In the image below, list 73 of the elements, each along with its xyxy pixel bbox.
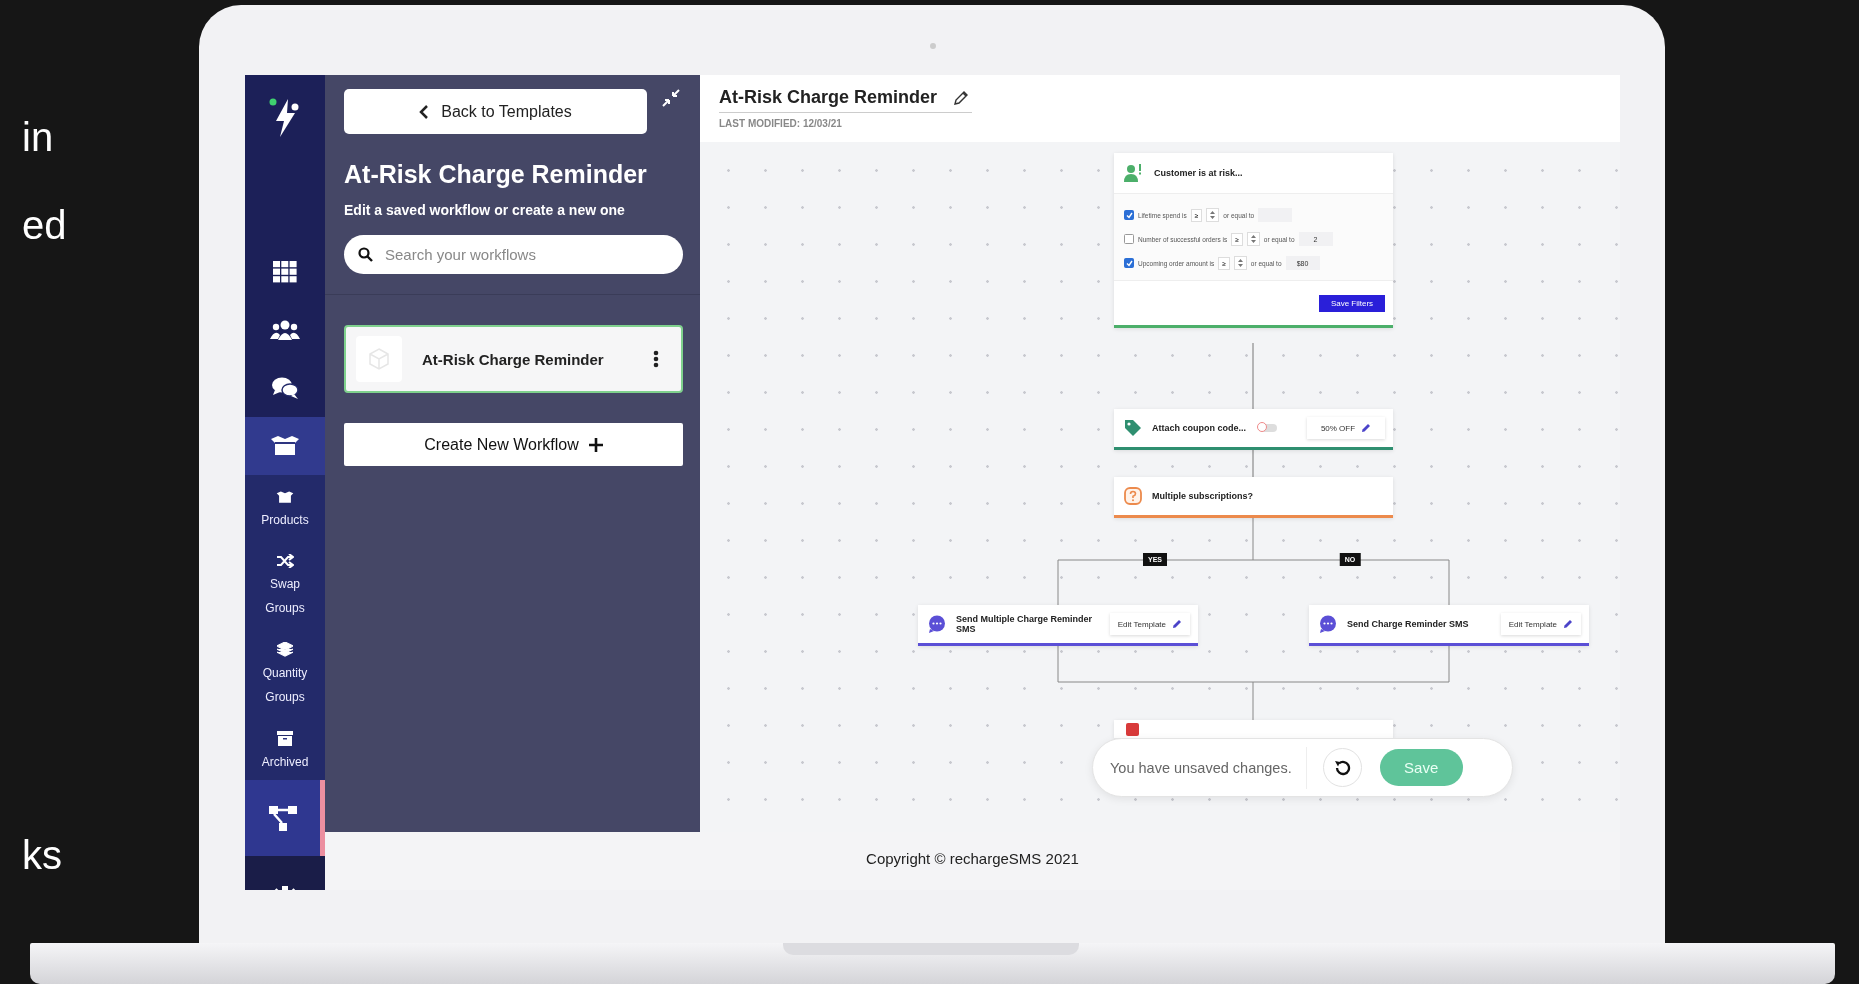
- pencil-icon: [1361, 423, 1372, 433]
- message-bubble-icon: [1319, 615, 1337, 633]
- message-bubble-icon: [928, 615, 946, 633]
- nav-item[interactable]: [245, 359, 325, 417]
- stepper-icon[interactable]: [1233, 256, 1247, 270]
- search-field[interactable]: Search your workflows: [344, 235, 683, 274]
- slide-text: ed: [22, 203, 67, 248]
- box-icon: [276, 491, 294, 504]
- node-title: Send Charge Reminder SMS: [1347, 619, 1470, 629]
- create-workflow-button[interactable]: Create New Workflow: [344, 423, 683, 466]
- camera-dot: [930, 43, 936, 49]
- plus-icon: [588, 437, 603, 452]
- logo[interactable]: [245, 75, 325, 243]
- tag-icon: [1124, 419, 1142, 437]
- grid-icon: [273, 261, 297, 283]
- undo-button[interactable]: [1322, 748, 1362, 787]
- coupon-button[interactable]: 50% OFF: [1307, 417, 1385, 439]
- nav-subitem[interactable]: Swap Groups: [245, 538, 325, 626]
- node-title: Customer is at risk...: [1154, 168, 1244, 178]
- slide-text: ks: [22, 833, 62, 878]
- nav-subitem[interactable]: Archived: [245, 715, 325, 780]
- slide-text: in: [22, 115, 54, 160]
- node-title: Multiple subscriptions?: [1152, 491, 1254, 501]
- back-button[interactable]: Back to Templates: [344, 89, 647, 134]
- search-icon: [358, 247, 373, 262]
- question-node[interactable]: Multiple subscriptions?: [1114, 477, 1393, 518]
- people-icon: [270, 319, 300, 341]
- stepper-icon[interactable]: [1246, 232, 1260, 246]
- last-modified-text: LAST MODIFIED: 12/03/21: [719, 118, 843, 129]
- stepper-icon[interactable]: [1206, 208, 1220, 222]
- sms-node[interactable]: Send Charge Reminder SMS Edit Template: [1309, 605, 1589, 646]
- unsaved-message: You have unsaved changes.: [1110, 759, 1292, 776]
- sms-node[interactable]: Send Multiple Charge Reminder SMS Edit Template: [918, 605, 1198, 646]
- checkbox[interactable]: [1124, 234, 1134, 244]
- chevron-left-icon: [419, 104, 430, 119]
- panel-subtitle: Edit a saved workflow or create a new one: [344, 202, 626, 218]
- nav-subitem[interactable]: Products: [245, 475, 325, 538]
- node-title: Send Multiple Charge Reminder SMS: [956, 614, 1094, 634]
- nav-item[interactable]: [245, 780, 325, 856]
- question-icon: [1124, 487, 1142, 505]
- end-node[interactable]: [1114, 720, 1393, 738]
- nav-item[interactable]: [245, 417, 325, 475]
- checkbox[interactable]: [1124, 210, 1134, 220]
- collapse-icon[interactable]: [662, 89, 680, 107]
- pencil-icon[interactable]: [953, 89, 970, 106]
- box-icon: [270, 435, 300, 457]
- archive-box-icon: [277, 731, 293, 746]
- edit-template-button[interactable]: Edit Template: [1109, 613, 1190, 635]
- coupon-node[interactable]: Attach coupon code... 50% OFF: [1114, 409, 1393, 450]
- connector-line: [1252, 448, 1254, 478]
- flowchart-icon: [267, 804, 298, 832]
- save-filters-button[interactable]: Save Filters: [1319, 294, 1385, 312]
- edit-template-button[interactable]: Edit Template: [1500, 613, 1581, 635]
- node-title: Attach coupon code...: [1152, 423, 1247, 433]
- checkbox[interactable]: [1124, 258, 1134, 268]
- connector-line: [1252, 342, 1254, 410]
- cube-icon: [356, 336, 402, 382]
- copyright-text: Copyright © rechargeSMS 2021: [325, 832, 1620, 890]
- nav-subitem[interactable]: Quantity Groups: [245, 626, 325, 715]
- toggle-switch[interactable]: [1259, 424, 1277, 432]
- shuffle-icon: [276, 554, 294, 568]
- layers-icon: [277, 642, 293, 657]
- panel-title: At-Risk Charge Reminder: [344, 160, 648, 189]
- workflow-card[interactable]: At-Risk Charge Reminder: [344, 325, 683, 393]
- undo-icon: [1333, 758, 1352, 777]
- person-alert-icon: [1124, 164, 1142, 182]
- more-options-icon[interactable]: [653, 350, 659, 368]
- workflow-name: At-Risk Charge Reminder: [422, 350, 605, 368]
- stop-icon: [1124, 720, 1142, 738]
- pencil-icon: [1563, 619, 1573, 629]
- pencil-icon: [1172, 619, 1182, 629]
- chat-bubbles-icon: [271, 376, 299, 400]
- workflow-title: At-Risk Charge Reminder: [719, 87, 938, 108]
